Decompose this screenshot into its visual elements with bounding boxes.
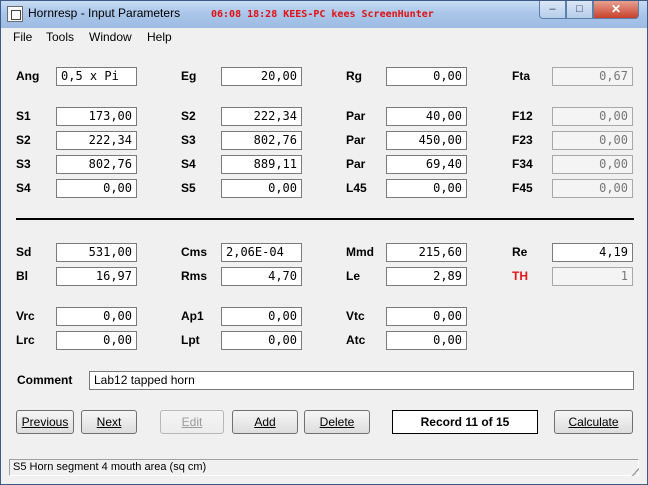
label-s1: S1 bbox=[16, 109, 31, 123]
label-eg: Eg bbox=[181, 69, 197, 83]
label-f12: F12 bbox=[512, 109, 533, 123]
add-button[interactable]: Add bbox=[232, 410, 298, 434]
label-ang: Ang bbox=[16, 69, 40, 83]
field-bl[interactable]: 16,97 bbox=[56, 267, 137, 286]
field-f23: 0,00 bbox=[552, 131, 633, 150]
field-f34: 0,00 bbox=[552, 155, 633, 174]
field-rg[interactable]: 0,00 bbox=[386, 67, 467, 86]
label-cms: Cms bbox=[181, 245, 208, 259]
field-cms[interactable]: 2,06E-04 bbox=[221, 243, 302, 262]
label-s2-col2: S2 bbox=[181, 109, 196, 123]
field-atc[interactable]: 0,00 bbox=[386, 331, 467, 350]
label-fta: Fta bbox=[512, 69, 530, 83]
field-s3-col2[interactable]: 802,76 bbox=[221, 131, 302, 150]
label-vtc: Vtc bbox=[346, 309, 365, 323]
menu-help[interactable]: Help bbox=[147, 30, 172, 44]
close-button[interactable]: ✕ bbox=[593, 1, 639, 19]
field-mmd[interactable]: 215,60 bbox=[386, 243, 467, 262]
field-vrc[interactable]: 0,00 bbox=[56, 307, 137, 326]
field-th: 1 bbox=[552, 267, 633, 286]
calculate-button[interactable]: Calculate bbox=[554, 410, 633, 434]
field-lrc[interactable]: 0,00 bbox=[56, 331, 137, 350]
input-parameters-panel: Ang 0,5 x Pi Eg 20,00 Rg 0,00 Fta 0,67 S… bbox=[7, 47, 641, 455]
label-s2: S2 bbox=[16, 133, 31, 147]
comment-label: Comment bbox=[17, 373, 73, 387]
edit-button[interactable]: Edit bbox=[160, 410, 224, 434]
label-ap1: Ap1 bbox=[181, 309, 204, 323]
menu-bar: File Tools Window Help bbox=[7, 28, 641, 46]
label-s4: S4 bbox=[16, 181, 31, 195]
label-bl: Bl bbox=[16, 269, 28, 283]
field-re[interactable]: 4,19 bbox=[552, 243, 633, 262]
label-rms: Rms bbox=[181, 269, 208, 283]
menu-tools[interactable]: Tools bbox=[46, 30, 74, 44]
label-s4-col2: S4 bbox=[181, 157, 196, 171]
field-s3[interactable]: 802,76 bbox=[56, 155, 137, 174]
previous-button[interactable]: Previous bbox=[16, 410, 74, 434]
delete-button[interactable]: Delete bbox=[304, 410, 370, 434]
label-f45: F45 bbox=[512, 181, 533, 195]
label-f23: F23 bbox=[512, 133, 533, 147]
field-ap1[interactable]: 0,00 bbox=[221, 307, 302, 326]
field-par-3[interactable]: 69,40 bbox=[386, 155, 467, 174]
label-par-3: Par bbox=[346, 157, 366, 171]
field-f12: 0,00 bbox=[552, 107, 633, 126]
field-fta: 0,67 bbox=[552, 67, 633, 86]
label-th: TH bbox=[512, 269, 528, 283]
label-s3: S3 bbox=[16, 157, 31, 171]
label-lrc: Lrc bbox=[16, 333, 35, 347]
label-f34: F34 bbox=[512, 157, 533, 171]
hornresp-window: Hornresp - Input Parameters 06:08 18:28 … bbox=[0, 0, 648, 485]
record-indicator: Record 11 of 15 bbox=[392, 410, 538, 434]
minimize-button[interactable]: – bbox=[539, 1, 566, 19]
label-par-1: Par bbox=[346, 109, 366, 123]
field-s2[interactable]: 222,34 bbox=[56, 131, 137, 150]
next-button[interactable]: Next bbox=[81, 410, 137, 434]
label-re: Re bbox=[512, 245, 528, 259]
field-rms[interactable]: 4,70 bbox=[221, 267, 302, 286]
field-s4[interactable]: 0,00 bbox=[56, 179, 137, 198]
menu-window[interactable]: Window bbox=[89, 30, 132, 44]
label-vrc: Vrc bbox=[16, 309, 35, 323]
field-l45[interactable]: 0,00 bbox=[386, 179, 467, 198]
field-s2-col2[interactable]: 222,34 bbox=[221, 107, 302, 126]
screenhunter-overlay: 06:08 18:28 KEES-PC kees ScreenHunter bbox=[211, 9, 434, 20]
title-bar[interactable]: Hornresp - Input Parameters 06:08 18:28 … bbox=[1, 1, 647, 28]
field-s5[interactable]: 0,00 bbox=[221, 179, 302, 198]
field-par-1[interactable]: 40,00 bbox=[386, 107, 467, 126]
field-sd[interactable]: 531,00 bbox=[56, 243, 137, 262]
maximize-button[interactable]: □ bbox=[566, 1, 593, 19]
label-lpt: Lpt bbox=[181, 333, 200, 347]
section-divider bbox=[16, 218, 634, 220]
field-s1[interactable]: 173,00 bbox=[56, 107, 137, 126]
label-le: Le bbox=[346, 269, 361, 283]
field-f45: 0,00 bbox=[552, 179, 633, 198]
status-text: S5 Horn segment 4 mouth area (sq cm) bbox=[9, 459, 639, 476]
field-eg[interactable]: 20,00 bbox=[221, 67, 302, 86]
window-title: Hornresp - Input Parameters bbox=[28, 6, 181, 20]
label-s5: S5 bbox=[181, 181, 196, 195]
field-ang[interactable]: 0,5 x Pi bbox=[56, 67, 137, 86]
resize-grip-icon[interactable] bbox=[629, 466, 639, 476]
comment-field[interactable]: Lab12 tapped horn bbox=[89, 371, 634, 390]
field-s4-col2[interactable]: 889,11 bbox=[221, 155, 302, 174]
label-s3-col2: S3 bbox=[181, 133, 196, 147]
app-icon bbox=[7, 6, 23, 22]
label-sd: Sd bbox=[16, 245, 32, 259]
field-le[interactable]: 2,89 bbox=[386, 267, 467, 286]
label-mmd: Mmd bbox=[346, 245, 374, 259]
field-par-2[interactable]: 450,00 bbox=[386, 131, 467, 150]
label-atc: Atc bbox=[346, 333, 366, 347]
field-vtc[interactable]: 0,00 bbox=[386, 307, 467, 326]
status-bar: S5 Horn segment 4 mouth area (sq cm) bbox=[7, 458, 641, 478]
label-par-2: Par bbox=[346, 133, 366, 147]
menu-file[interactable]: File bbox=[13, 30, 32, 44]
label-rg: Rg bbox=[346, 69, 362, 83]
label-l45: L45 bbox=[346, 181, 367, 195]
field-lpt[interactable]: 0,00 bbox=[221, 331, 302, 350]
